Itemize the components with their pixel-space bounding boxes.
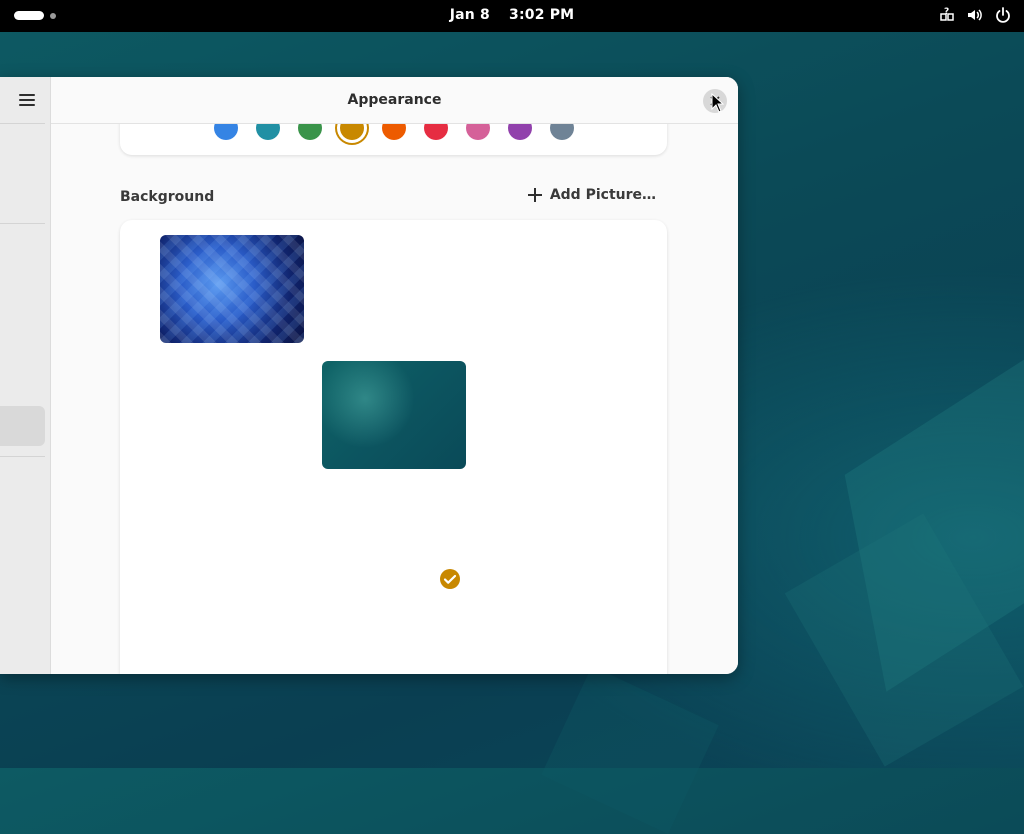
clock-date: Jan 8	[449, 7, 490, 23]
plus-icon	[527, 188, 542, 202]
clock[interactable]: Jan 8 3:02 PM	[0, 7, 1024, 23]
hamburger-icon[interactable]	[19, 93, 35, 107]
sidebar	[0, 77, 51, 674]
header-bar: Appearance	[51, 77, 738, 124]
svg-text:?: ?	[944, 7, 949, 17]
settings-window: Appearance Background Add Picture…	[0, 77, 738, 674]
add-picture-label: Add Picture…	[549, 187, 656, 203]
blue-geometric-wallpaper[interactable]	[160, 235, 304, 343]
accessibility-help-icon[interactable]: ?	[938, 6, 956, 24]
system-tray[interactable]: ?	[938, 6, 1012, 24]
page-title: Appearance	[347, 92, 442, 108]
mouse-pointer-icon	[711, 93, 725, 113]
sidebar-divider	[0, 223, 45, 224]
sidebar-divider	[0, 123, 45, 124]
sidebar-divider	[0, 456, 45, 457]
volume-icon[interactable]	[966, 6, 984, 24]
checkmark-icon	[440, 569, 460, 589]
teal-abstract-wallpaper[interactable]	[322, 361, 466, 469]
background-section-label: Background	[120, 189, 215, 205]
clock-time: 3:02 PM	[509, 7, 575, 23]
power-icon[interactable]	[994, 6, 1012, 24]
top-bar: Jan 8 3:02 PM ?	[0, 0, 1024, 32]
desktop-shard	[541, 666, 719, 834]
add-picture-button[interactable]: Add Picture…	[527, 187, 656, 203]
appearance-page: Appearance Background Add Picture…	[51, 77, 738, 674]
wallpaper-grid	[120, 220, 667, 674]
sidebar-item-appearance[interactable]	[0, 406, 45, 446]
